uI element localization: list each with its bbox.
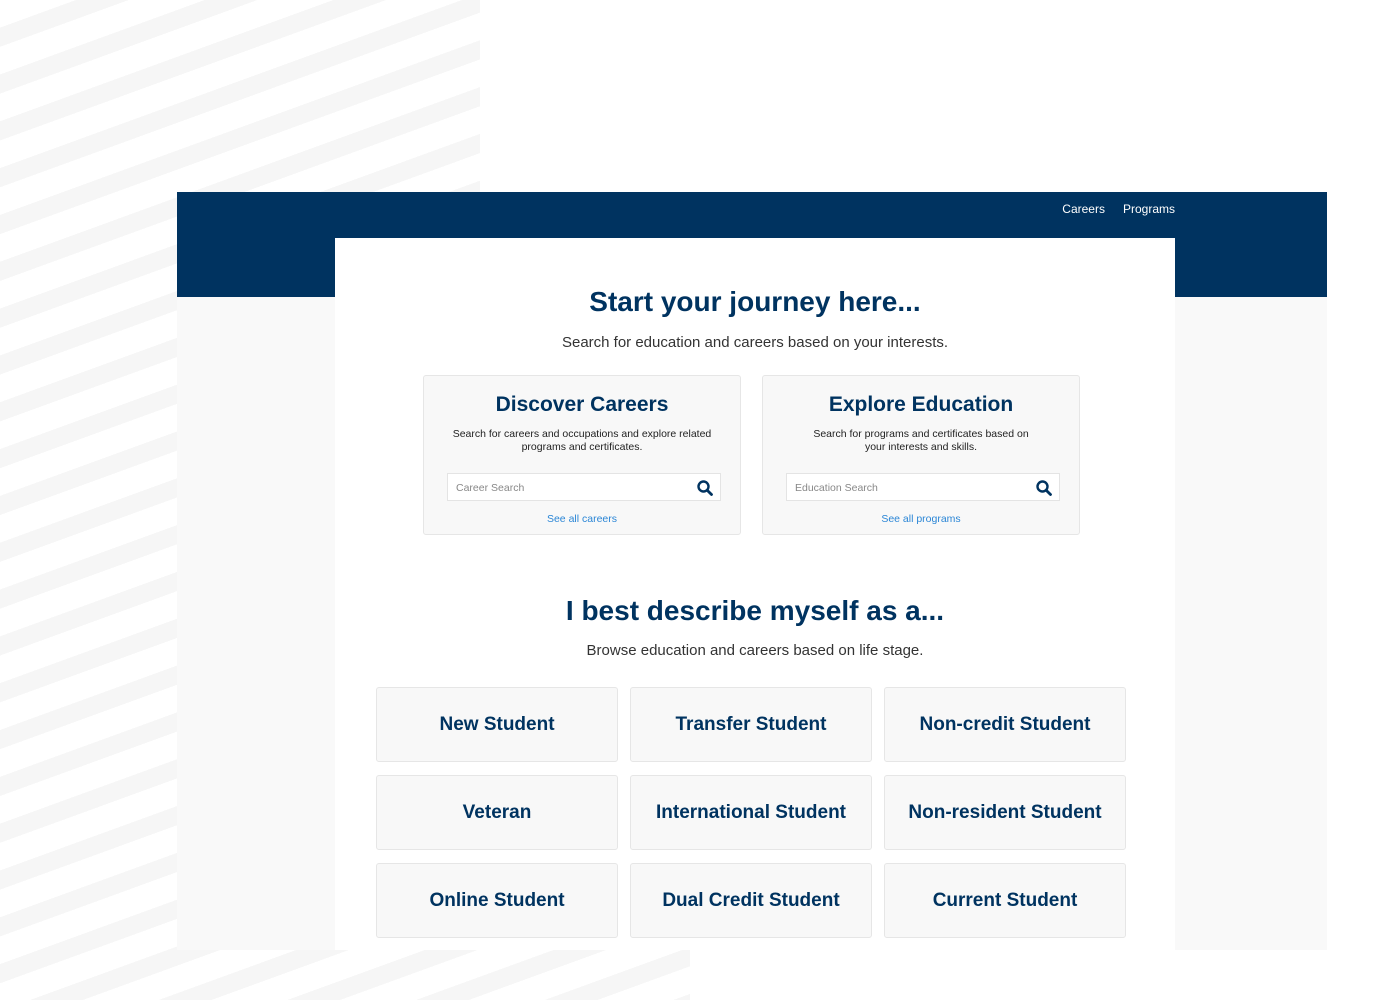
lifestage-title: I best describe myself as a... (565, 595, 945, 626)
lifestage-option-veteran[interactable]: Veteran (376, 775, 618, 850)
card-title: Explore Education (828, 393, 1014, 416)
lifestage-option-non-resident-student[interactable]: Non-resident Student (884, 775, 1126, 850)
lifestage-option-online-student[interactable]: Online Student (376, 863, 618, 938)
main-content: Start your journey here... Search for ed… (335, 238, 1175, 950)
see-all-programs-link[interactable]: See all programs (763, 513, 1079, 525)
background-mask-bottom (690, 950, 1400, 1000)
lifestage-option-non-credit-student[interactable]: Non-credit Student (884, 687, 1126, 762)
lifestage-option-new-student[interactable]: New Student (376, 687, 618, 762)
see-all-careers-link[interactable]: See all careers (424, 513, 740, 525)
discover-careers-card: Discover Careers Search for careers and … (423, 375, 741, 535)
page-frame: Careers Programs Start your journey here… (177, 192, 1327, 950)
card-description: Search for careers and occupations and e… (452, 428, 712, 453)
hero-title: Start your journey here... (589, 286, 921, 317)
education-search-box (786, 473, 1060, 501)
lifestage-option-dual-credit-student[interactable]: Dual Credit Student (630, 863, 872, 938)
explore-education-card: Explore Education Search for programs an… (762, 375, 1080, 535)
career-search-input[interactable] (454, 478, 688, 498)
search-icon[interactable] (696, 479, 714, 497)
search-icon[interactable] (1035, 479, 1053, 497)
lifestage-grid: New Student Transfer Student Non-credit … (376, 687, 1126, 938)
main-nav: Careers Programs (1062, 202, 1175, 216)
lifestage-subtitle: Browse education and careers based on li… (586, 642, 924, 659)
hero-subtitle: Search for education and careers based o… (561, 334, 949, 351)
card-title: Discover Careers (495, 393, 669, 416)
card-description: Search for programs and certificates bas… (813, 428, 1029, 453)
education-search-input[interactable] (793, 478, 1027, 498)
lifestage-option-current-student[interactable]: Current Student (884, 863, 1126, 938)
career-search-box (447, 473, 721, 501)
lifestage-option-transfer-student[interactable]: Transfer Student (630, 687, 872, 762)
nav-link-careers[interactable]: Careers (1062, 202, 1105, 216)
nav-link-programs[interactable]: Programs (1123, 202, 1175, 216)
lifestage-option-international-student[interactable]: International Student (630, 775, 872, 850)
